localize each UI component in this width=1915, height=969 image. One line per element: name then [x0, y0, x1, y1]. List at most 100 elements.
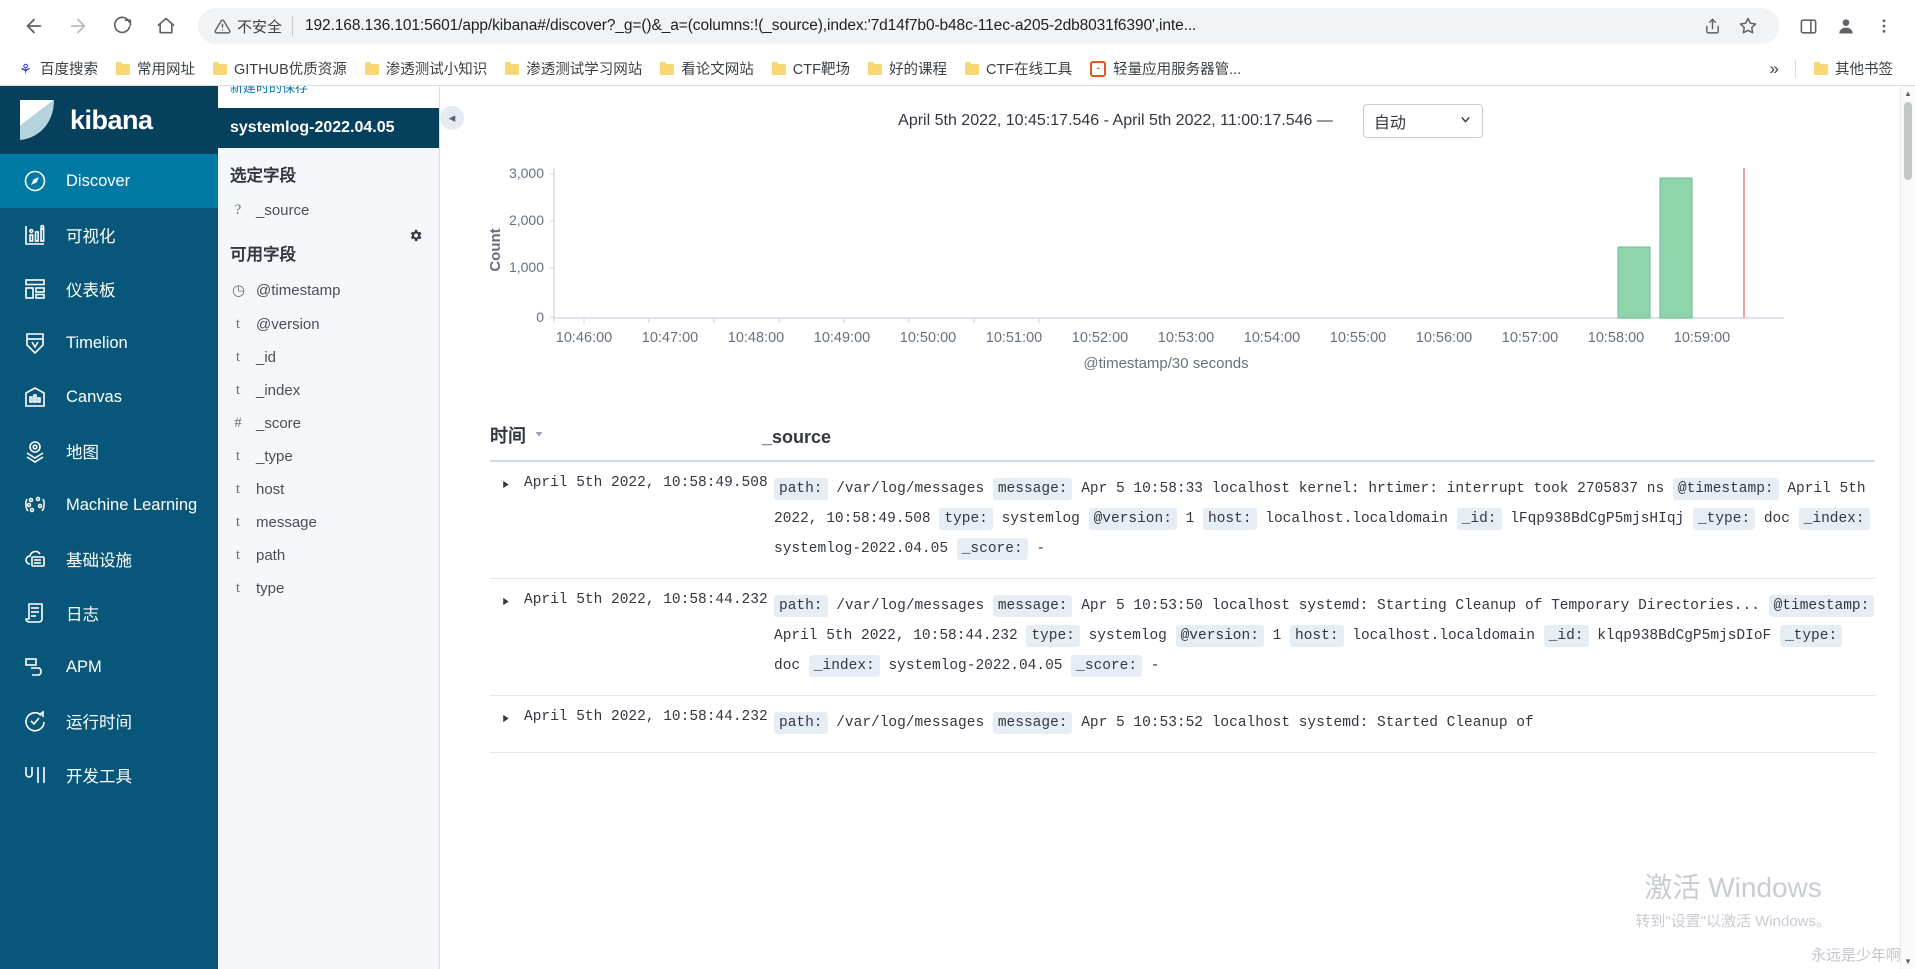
bookmarks-more-icon[interactable]: »: [1764, 59, 1785, 79]
row-time: April 5th 2022, 10:58:49.508: [524, 475, 768, 491]
field-item-type[interactable]: t type: [218, 572, 439, 605]
sidebar-item-apm[interactable]: APM: [0, 640, 218, 694]
field-item-type-meta[interactable]: t _type: [218, 440, 439, 473]
field-item-version[interactable]: t @version: [218, 308, 439, 341]
field-key: _index:: [1798, 508, 1870, 530]
forward-arrow-icon[interactable]: [58, 6, 98, 46]
field-value: systemlog: [1088, 628, 1167, 644]
kibana-sidebar: kibana Discover 可视化 仪表板 Timelion Canvas …: [0, 86, 218, 969]
bookmark-item[interactable]: 常用网址: [108, 55, 203, 82]
histogram-chart[interactable]: 3,000 2,000 1,000 0 Count 10:46:00 10:47…: [466, 150, 1915, 400]
home-icon[interactable]: [146, 6, 186, 46]
sort-caret-icon[interactable]: [533, 428, 545, 443]
column-header-time[interactable]: 时间: [490, 422, 762, 448]
table-row[interactable]: April 5th 2022, 10:58:49.508 path: /var/…: [490, 462, 1875, 579]
sidebar-item-logs[interactable]: 日志: [0, 586, 218, 640]
field-key: _type:: [1779, 625, 1843, 647]
scroll-down-arrow-icon[interactable]: ▼: [1901, 954, 1915, 969]
bookmark-item[interactable]: ⚘ 百度搜索: [10, 55, 106, 82]
sidebar-item-maps[interactable]: 地图: [0, 424, 218, 478]
field-value: -: [1036, 541, 1046, 557]
bookmark-label: 轻量应用服务器管...: [1113, 62, 1242, 78]
field-name: host: [256, 481, 285, 498]
field-key: message:: [992, 478, 1073, 500]
svg-text:10:55:00: 10:55:00: [1330, 330, 1386, 346]
machine-learning-icon: [22, 492, 48, 518]
url-text[interactable]: 192.168.136.101:5601/app/kibana#/discove…: [305, 17, 1687, 35]
sidebar-item-canvas[interactable]: Canvas: [0, 370, 218, 424]
sidebar-item-label: 运行时间: [66, 714, 132, 732]
sidebar-item-timelion[interactable]: Timelion: [0, 316, 218, 370]
row-time: April 5th 2022, 10:58:44.232: [524, 709, 768, 725]
bookmark-item[interactable]: 好的课程: [860, 55, 955, 82]
column-header-source[interactable]: _source: [762, 427, 831, 448]
field-value: Apr 5 10:58:33 localhost kernel: hrtimer…: [1081, 481, 1665, 497]
sidebar-item-label: 日志: [66, 606, 99, 624]
sidebar-item-uptime[interactable]: 运行时间: [0, 694, 218, 748]
bookmark-item[interactable]: GITHUB优质资源: [205, 55, 355, 82]
field-item-message[interactable]: t message: [218, 506, 439, 539]
field-item-path[interactable]: t path: [218, 539, 439, 572]
field-item-score[interactable]: # _score: [218, 407, 439, 440]
profile-avatar-icon[interactable]: [1829, 9, 1863, 43]
field-key: path:: [774, 712, 828, 734]
bookmark-item[interactable]: 看论文网站: [652, 55, 762, 82]
sidebar-item-visualize[interactable]: 可视化: [0, 208, 218, 262]
field-value: systemlog-2022.04.05: [888, 658, 1063, 674]
address-bar[interactable]: 不安全 192.168.136.101:5601/app/kibana#/dis…: [198, 8, 1779, 44]
sidebar-item-dashboard[interactable]: 仪表板: [0, 262, 218, 316]
field-item-id[interactable]: t _id: [218, 341, 439, 374]
reload-icon[interactable]: [102, 6, 142, 46]
bookmarks-divider: [1795, 59, 1796, 78]
saved-search-label[interactable]: 新建时的保存: [230, 86, 308, 96]
bookmark-star-icon[interactable]: [1731, 9, 1765, 43]
expand-row-triangle-icon[interactable]: [490, 474, 524, 564]
collapse-left-icon[interactable]: ◂: [440, 106, 464, 130]
bookmark-item[interactable]: - 轻量应用服务器管...: [1082, 55, 1249, 82]
expand-row-triangle-icon[interactable]: [490, 708, 524, 738]
field-key: _score:: [956, 538, 1028, 560]
vertical-scrollbar[interactable]: ▲ ▼: [1900, 86, 1915, 969]
sidebar-item-infrastructure[interactable]: 基础设施: [0, 532, 218, 586]
scroll-up-arrow-icon[interactable]: ▲: [1901, 86, 1915, 101]
sidebar-item-dev-tools[interactable]: 开发工具: [0, 748, 218, 802]
kibana-logo-icon: [18, 100, 56, 140]
timelion-icon: [22, 330, 48, 356]
sidebar-item-label: 基础设施: [66, 552, 132, 570]
field-key: host:: [1203, 508, 1257, 530]
svg-text:10:50:00: 10:50:00: [900, 330, 956, 346]
interval-select[interactable]: 自动: [1362, 104, 1483, 138]
sidebar-item-machine-learning[interactable]: Machine Learning: [0, 478, 218, 532]
field-item-timestamp[interactable]: ◷ @timestamp: [218, 273, 439, 308]
field-type-icon: t: [235, 580, 241, 596]
field-key: @version:: [1175, 625, 1264, 647]
insecure-label: 不安全: [237, 18, 283, 36]
sidebar-item-discover[interactable]: Discover: [0, 154, 218, 208]
scrollbar-thumb[interactable]: [1904, 102, 1912, 180]
field-value: /var/log/messages: [836, 598, 985, 614]
bookmark-item[interactable]: CTF靶场: [764, 55, 858, 82]
other-bookmarks-button[interactable]: 其他书签: [1806, 55, 1901, 82]
table-row[interactable]: April 5th 2022, 10:58:44.232 path: /var/…: [490, 696, 1875, 753]
available-fields-title: 可用字段: [230, 246, 296, 264]
kibana-logo[interactable]: kibana: [0, 86, 218, 154]
bookmark-item[interactable]: CTF在线工具: [957, 55, 1080, 82]
bookmark-item[interactable]: 渗透测试学习网站: [497, 55, 650, 82]
field-item-index[interactable]: t _index: [218, 374, 439, 407]
gear-icon[interactable]: [408, 228, 423, 246]
three-dot-menu-icon[interactable]: [1867, 9, 1901, 43]
watermark-line2: 转到"设置"以激活 Windows。: [1635, 913, 1831, 930]
side-panel-icon[interactable]: [1791, 9, 1825, 43]
field-key: type:: [1026, 625, 1080, 647]
expand-row-triangle-icon[interactable]: [490, 591, 524, 681]
field-item-host[interactable]: t host: [218, 473, 439, 506]
field-item-source[interactable]: ? _source: [218, 194, 439, 227]
folder-icon: [505, 62, 520, 75]
share-icon[interactable]: [1695, 9, 1729, 43]
table-row[interactable]: April 5th 2022, 10:58:44.232 path: /var/…: [490, 579, 1875, 696]
logs-scroll-icon: [22, 600, 48, 626]
bookmark-item[interactable]: 渗透测试小知识: [357, 55, 496, 82]
back-arrow-icon[interactable]: [14, 6, 54, 46]
field-type-icon: t: [235, 514, 241, 530]
index-pattern-selector[interactable]: systemlog-2022.04.05: [218, 108, 439, 148]
